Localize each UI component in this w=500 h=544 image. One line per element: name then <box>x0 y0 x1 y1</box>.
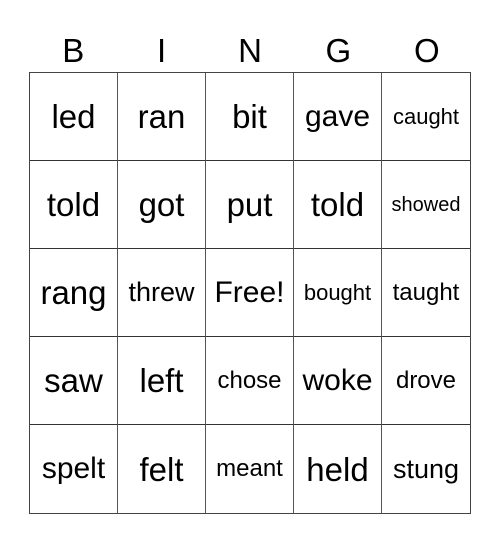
bingo-cell[interactable]: ran <box>118 73 206 161</box>
bingo-cell[interactable]: led <box>30 73 118 161</box>
bingo-cell[interactable]: taught <box>382 249 470 337</box>
bingo-cell[interactable]: saw <box>30 337 118 425</box>
header-letter-n: N <box>238 31 262 69</box>
bingo-cell[interactable]: woke <box>294 337 382 425</box>
header-letter-i: I <box>157 31 167 69</box>
bingo-cell[interactable]: drove <box>382 337 470 425</box>
bingo-cell[interactable]: held <box>294 425 382 513</box>
bingo-cell[interactable]: spelt <box>30 425 118 513</box>
bingo-cell[interactable]: stung <box>382 425 470 513</box>
bingo-cell[interactable]: put <box>206 161 294 249</box>
bingo-cell[interactable]: gave <box>294 73 382 161</box>
header-letter-b: B <box>62 31 85 69</box>
free-space-cell[interactable]: Free! <box>206 249 294 337</box>
bingo-header: B I N G O <box>29 28 471 72</box>
header-letter-o: O <box>413 31 440 69</box>
bingo-cell[interactable]: rang <box>30 249 118 337</box>
bingo-cell[interactable]: told <box>30 161 118 249</box>
bingo-cell[interactable]: got <box>118 161 206 249</box>
bingo-cell[interactable]: showed <box>382 161 470 249</box>
bingo-cell[interactable]: meant <box>206 425 294 513</box>
bingo-cell[interactable]: told <box>294 161 382 249</box>
bingo-cell[interactable]: chose <box>206 337 294 425</box>
bingo-cell[interactable]: left <box>118 337 206 425</box>
bingo-cell[interactable]: threw <box>118 249 206 337</box>
bingo-cell[interactable]: caught <box>382 73 470 161</box>
bingo-board: led ran bit gave caught told got put tol… <box>29 72 471 514</box>
bingo-cell[interactable]: felt <box>118 425 206 513</box>
bingo-cell[interactable]: bought <box>294 249 382 337</box>
bingo-cell[interactable]: bit <box>206 73 294 161</box>
header-letter-g: G <box>325 31 352 69</box>
